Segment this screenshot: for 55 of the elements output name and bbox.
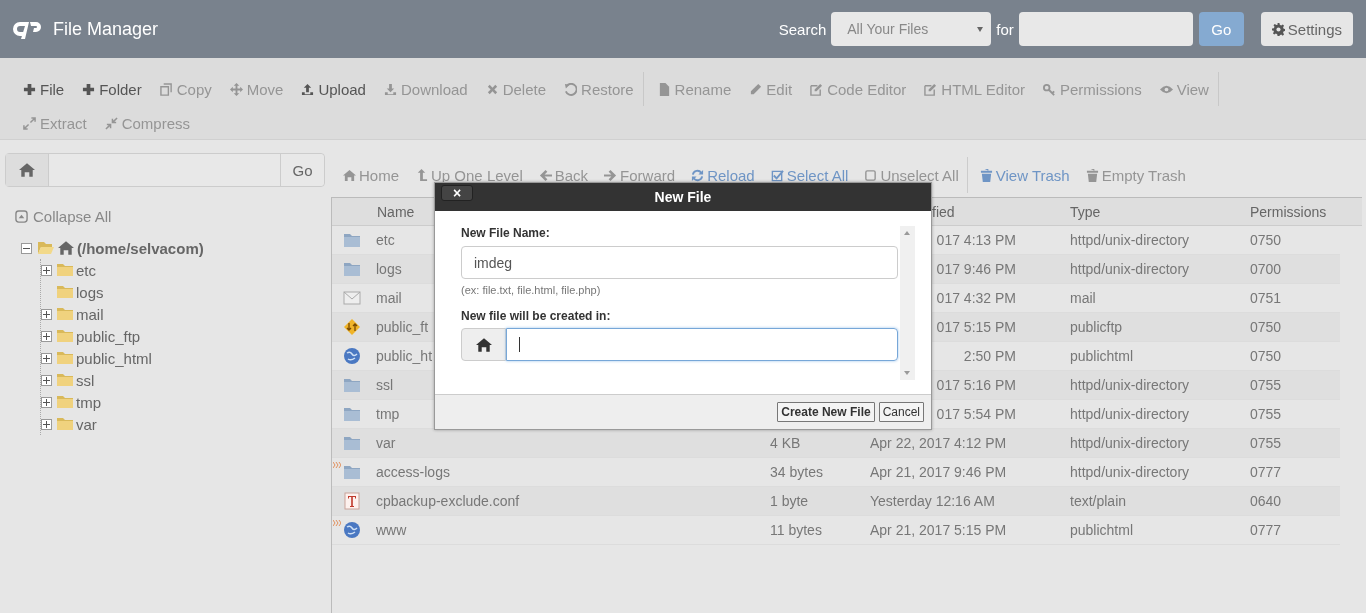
table-cell: Yesterday 12:16 AM [870, 493, 995, 509]
table-cell: 0750 [1250, 319, 1282, 335]
table-cell: ssl [376, 377, 394, 393]
table-cell: 017 5:15 PM [936, 319, 1016, 335]
table-cell: 0640 [1250, 493, 1282, 509]
table-cell: public_ft [376, 319, 429, 335]
hint-text: (ex: file.txt, file.html, file.php) [461, 284, 602, 296]
table-cell: text/plain [1070, 493, 1127, 509]
table-cell: public_ht [376, 348, 433, 364]
table-cell: mail [1070, 290, 1096, 306]
table-cell: 0755 [1250, 406, 1282, 422]
table-cell: 0777 [1250, 522, 1282, 538]
table-cell: 0777 [1250, 464, 1282, 480]
table-cell: httpd/unix-directory [1070, 406, 1190, 422]
search-label: Search [778, 20, 827, 38]
table-cell: 11 bytes [770, 522, 822, 538]
table-cell: 0750 [1250, 232, 1282, 248]
table-cell: 4 KB [770, 435, 801, 451]
field-label: New file will be created in: [461, 309, 612, 323]
table-cell: publichtml [1070, 522, 1134, 538]
table-cell: 0751 [1250, 290, 1282, 306]
field-label: New File Name: [461, 226, 551, 240]
table-cell: 017 5:16 PM [936, 377, 1016, 393]
table-cell: www [376, 522, 407, 538]
table-cell: Apr 22, 2017 4:12 PM [870, 435, 1007, 451]
table-cell: publichtml [1070, 348, 1134, 364]
table-cell: mail [376, 290, 402, 306]
table-cell: var [376, 435, 396, 451]
table-cell: httpd/unix-directory [1070, 435, 1190, 451]
table-cell: logs [376, 261, 402, 277]
table-cell: httpd/unix-directory [1070, 261, 1190, 277]
table-cell: 0700 [1250, 261, 1282, 277]
table-cell: 017 9:46 PM [936, 261, 1016, 277]
table-cell: access-logs [376, 464, 450, 480]
table-cell: httpd/unix-directory [1070, 232, 1190, 248]
table-cell: tmp [376, 406, 400, 422]
table-cell: publicftp [1070, 319, 1123, 335]
table-cell: httpd/unix-directory [1070, 464, 1190, 480]
table-cell: 017 4:13 PM [936, 232, 1016, 248]
table-cell: 2:50 PM [963, 348, 1016, 364]
table-cell: cpbackup-exclude.conf [376, 493, 520, 509]
table-cell: httpd/unix-directory [1070, 377, 1190, 393]
table-cell: 017 4:32 PM [936, 290, 1016, 306]
for-label: for [996, 20, 1014, 38]
app-title: File Manager [53, 18, 159, 40]
table-cell: 1 byte [770, 493, 809, 509]
table-cell: Apr 21, 2017 9:46 PM [870, 464, 1007, 480]
table-cell: 34 bytes [770, 464, 823, 480]
table-cell: 0755 [1250, 435, 1282, 451]
table-cell: 0750 [1250, 348, 1282, 364]
table-cell: Apr 21, 2017 5:15 PM [870, 522, 1007, 538]
table-cell: 017 5:54 PM [936, 406, 1016, 422]
dialog-title: New File [654, 189, 712, 205]
table-cell: etc [376, 232, 395, 248]
table-cell: 0755 [1250, 377, 1282, 393]
